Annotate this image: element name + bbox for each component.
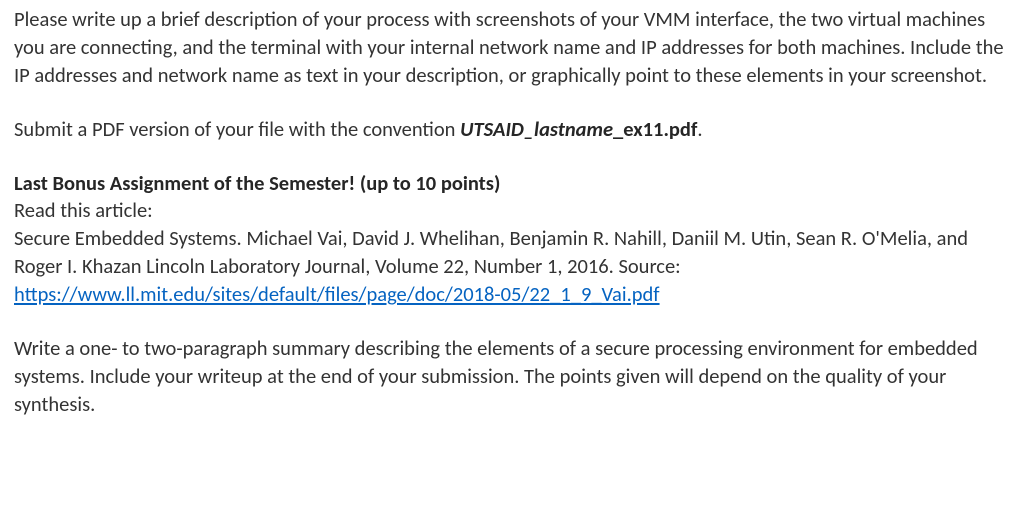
- bonus-block: Last Bonus Assignment of the Semester! (…: [14, 170, 1010, 309]
- instruction-paragraph-2: Submit a PDF version of your file with t…: [14, 116, 1010, 144]
- article-link[interactable]: https://www.ll.mit.edu/sites/default/fil…: [14, 281, 1010, 309]
- document-body: Please write up a brief description of y…: [0, 0, 1024, 429]
- instruction-paragraph-1: Please write up a brief description of y…: [14, 6, 1010, 90]
- bonus-heading: Last Bonus Assignment of the Semester! (…: [14, 170, 1010, 198]
- submit-text-post: .: [697, 116, 702, 142]
- bonus-read-line: Read this article:: [14, 197, 1010, 225]
- submit-text-pre: Submit a PDF version of your file with t…: [14, 116, 460, 142]
- filename-suffix: _ex11.pdf: [613, 116, 697, 142]
- article-citation: Secure Embedded Systems. Michael Vai, Da…: [14, 225, 1010, 281]
- filename-prefix: UTSAID_lastname: [460, 116, 613, 142]
- summary-instructions: Write a one- to two-paragraph summary de…: [14, 335, 1010, 419]
